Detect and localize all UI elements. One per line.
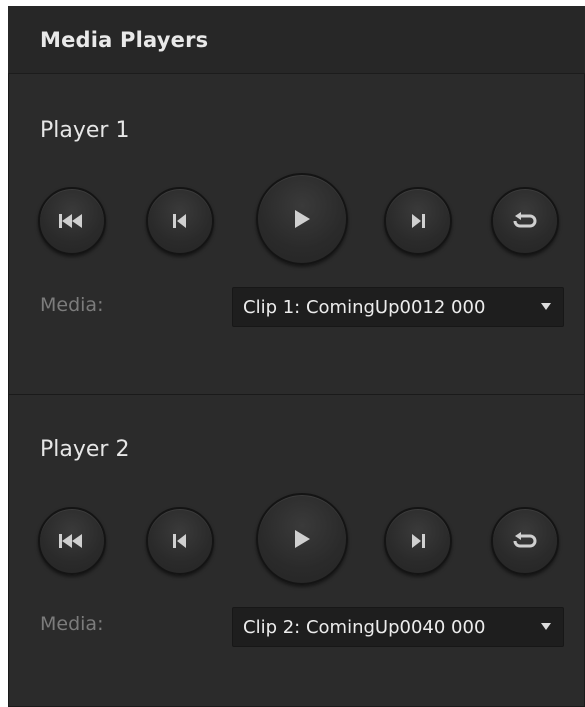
player-2-transport (8, 491, 585, 591)
previous-frame-icon (172, 533, 188, 549)
player-2-section: Player 2 Media: Clip 2: ComingUp0040 000 (8, 395, 585, 706)
panel-header: Media Players (8, 6, 585, 74)
player-2-media-value: Clip 2: ComingUp0040 000 (243, 616, 486, 638)
player-1-transport (8, 171, 585, 271)
chevron-down-icon (541, 623, 551, 630)
previous-frame-button[interactable] (146, 507, 214, 575)
player-2-title: Player 2 (40, 437, 130, 462)
loop-icon (512, 532, 538, 550)
player-2-media-label: Media: (40, 613, 104, 635)
previous-frame-icon (172, 213, 188, 229)
play-icon (293, 529, 311, 549)
panel-title: Media Players (40, 27, 209, 52)
player-2-media-dropdown[interactable]: Clip 2: ComingUp0040 000 (232, 607, 564, 647)
play-button[interactable] (256, 173, 348, 265)
next-frame-icon (410, 533, 426, 549)
next-frame-icon (410, 213, 426, 229)
rewind-to-start-button[interactable] (38, 507, 106, 575)
rewind-to-start-icon (59, 213, 85, 229)
rewind-to-start-button[interactable] (38, 187, 106, 255)
loop-button[interactable] (491, 187, 559, 255)
chevron-down-icon (541, 303, 551, 310)
player-1-media-label: Media: (40, 294, 104, 316)
player-1-section: Player 1 Media: Clip 1: ComingUp0012 000 (8, 74, 585, 395)
play-button[interactable] (256, 493, 348, 585)
next-frame-button[interactable] (384, 507, 452, 575)
previous-frame-button[interactable] (146, 187, 214, 255)
media-players-panel: Media Players Player 1 Media: Clip 1: Co… (8, 6, 585, 707)
loop-button[interactable] (491, 507, 559, 575)
rewind-to-start-icon (59, 533, 85, 549)
player-1-title: Player 1 (40, 118, 130, 143)
player-1-media-dropdown[interactable]: Clip 1: ComingUp0012 000 (232, 287, 564, 327)
play-icon (293, 209, 311, 229)
player-1-media-value: Clip 1: ComingUp0012 000 (243, 296, 486, 318)
loop-icon (512, 212, 538, 230)
next-frame-button[interactable] (384, 187, 452, 255)
